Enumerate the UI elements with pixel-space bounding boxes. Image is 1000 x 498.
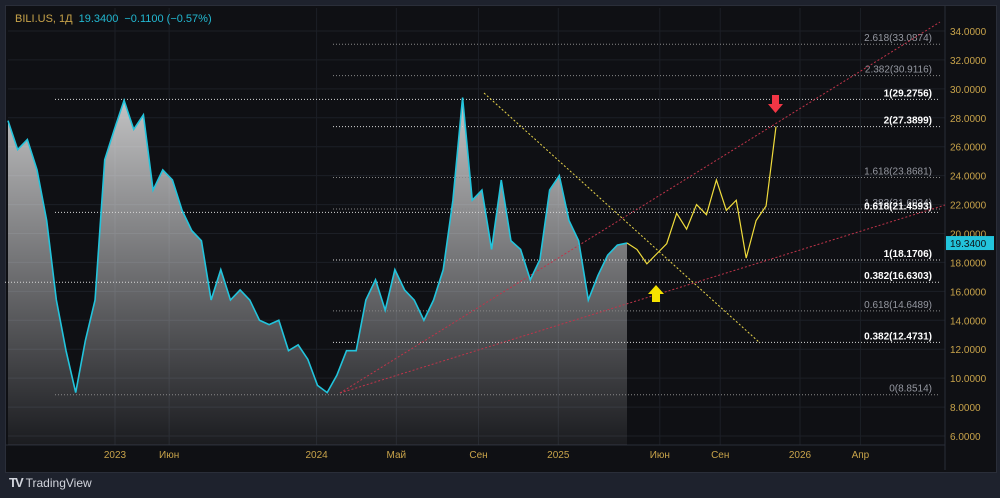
- price-chart[interactable]: 34.0000 32.0000 30.0000 28.0000 26.0000 24.00…: [0, 0, 1000, 498]
- y-tick-label: 30.0000: [950, 85, 987, 96]
- fib-level-label: 0.618(21.4593): [864, 201, 932, 212]
- fib-level-label: 1(18.1706): [884, 249, 932, 260]
- up-arrow-icon: [648, 285, 664, 302]
- tv-logo-icon: TV: [9, 475, 24, 490]
- fib-level-label: 2.382(30.9116): [865, 65, 932, 76]
- tradingview-logo[interactable]: TV TradingView: [9, 475, 92, 490]
- down-arrow-icon: [768, 95, 783, 113]
- fib-level-label: 0.382(12.4731): [864, 331, 932, 342]
- trendline-upper: [339, 21, 941, 394]
- x-tick-label: Июн: [159, 450, 179, 461]
- fib-level-label: 1.618(23.8681): [864, 167, 932, 178]
- x-tick-label: Май: [387, 450, 407, 461]
- price-change: −0.1100 (−0.57%): [124, 13, 212, 25]
- y-tick-label: 6.0000: [950, 432, 981, 443]
- x-tick-label: 2025: [547, 450, 570, 461]
- x-tick-label: Апр: [852, 450, 870, 461]
- y-tick-label: 14.0000: [950, 316, 987, 327]
- x-tick-label: 2024: [305, 450, 328, 461]
- fib-level-label: 0.618(14.6489): [864, 300, 932, 311]
- fib-level-label: 0(8.8514): [889, 384, 932, 395]
- x-tick-label: Сен: [469, 450, 487, 461]
- y-tick-label: 22.0000: [950, 201, 987, 212]
- y-tick-label: 28.0000: [950, 114, 987, 125]
- y-tick-label: 34.0000: [950, 27, 987, 38]
- y-tick-label: 10.0000: [950, 374, 987, 385]
- y-tick-label: 16.0000: [950, 287, 987, 298]
- y-tick-label: 12.0000: [950, 345, 987, 356]
- legend: BILI.US, 1Д 19.3400 −0.1100 (−0.57%): [15, 13, 212, 25]
- x-tick-label: 2026: [789, 450, 812, 461]
- last-price-badge-text: 19.3400: [950, 239, 987, 250]
- y-tick-label: 18.0000: [950, 258, 987, 269]
- y-tick-label: 24.0000: [950, 172, 987, 183]
- x-tick-label: Июн: [650, 450, 670, 461]
- y-tick-label: 32.0000: [950, 56, 987, 67]
- symbol-label: BILI.US, 1Д: [15, 13, 73, 25]
- fib-level-label: 2(27.3899): [884, 116, 932, 127]
- fib-level-label: 2.618(33.0874): [864, 33, 932, 44]
- logo-text: TradingView: [25, 475, 92, 490]
- fib-level-label: 1(29.2756): [884, 88, 932, 99]
- last-price: 19.3400: [78, 13, 119, 25]
- x-tick-label: 2023: [104, 450, 127, 461]
- x-tick-label: Сен: [711, 450, 729, 461]
- y-tick-label: 8.0000: [950, 403, 981, 414]
- fib-level-label: 0.382(16.6303): [864, 271, 932, 282]
- y-tick-label: 26.0000: [950, 143, 987, 154]
